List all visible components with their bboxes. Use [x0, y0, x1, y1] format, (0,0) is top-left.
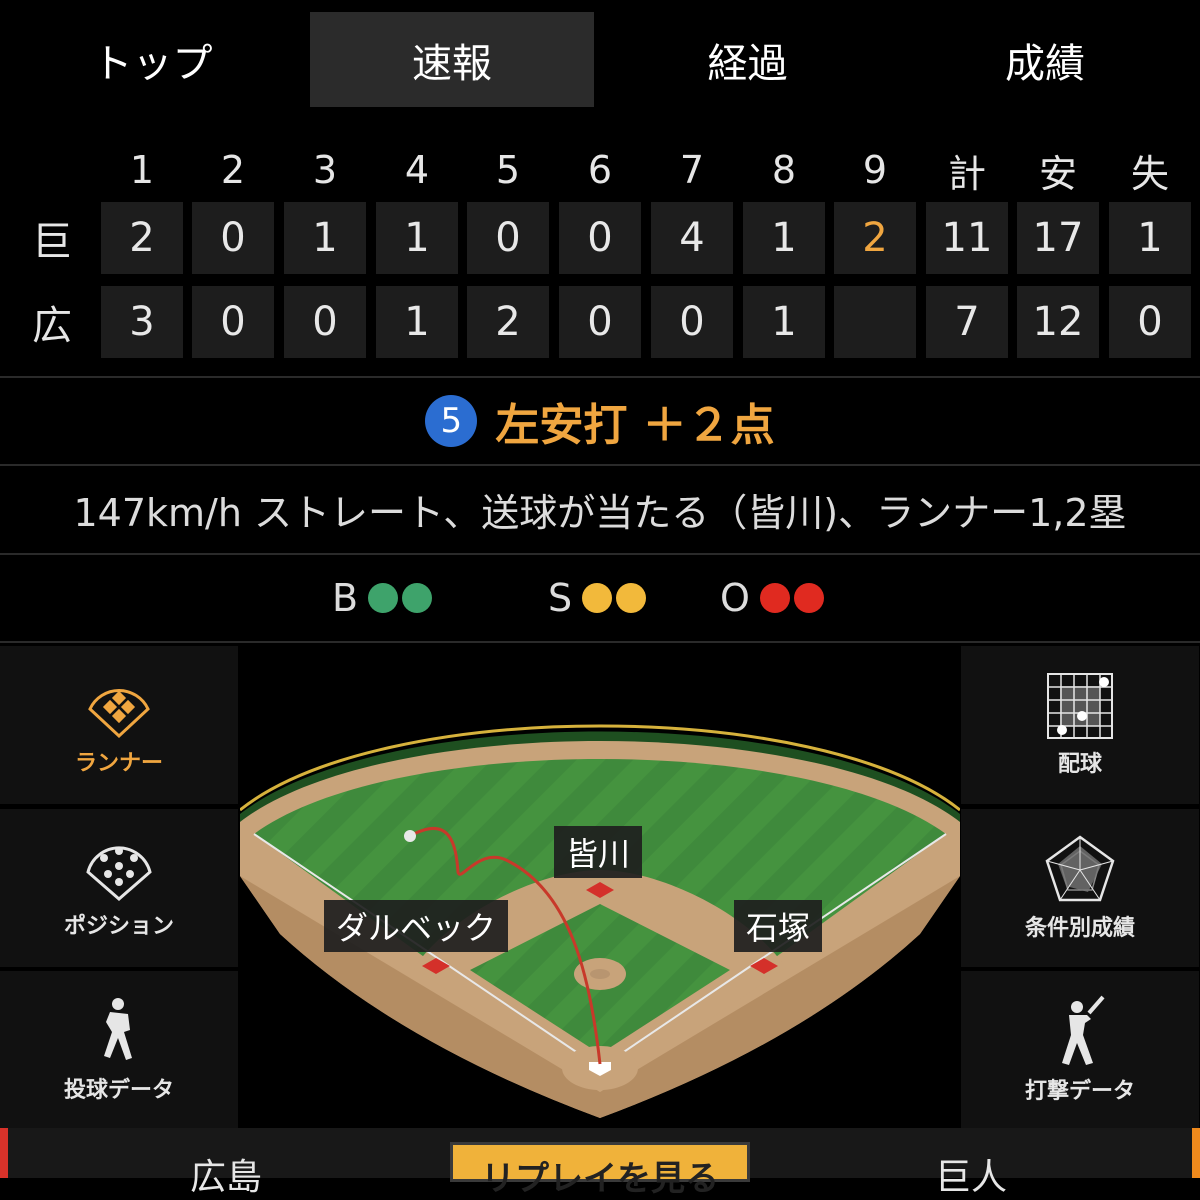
right-team-name[interactable]: 巨人	[935, 1148, 1007, 1200]
runner-diamond-icon	[88, 689, 150, 739]
tab-bar: トップ 速報 経過 成績	[0, 0, 1200, 120]
strike-dot	[616, 583, 647, 613]
scoreboard-header: 1	[129, 148, 155, 192]
menu-batting-label: 打撃データ	[1024, 1079, 1135, 1104]
scoreboard-cell: 2	[834, 202, 916, 274]
player-label-third-base: ダルベック	[324, 900, 509, 952]
divider	[0, 641, 1200, 643]
scoreboard: 1 2 3 4 5 6 7 8 9 計安失巨 2 0 1 1 0 0 4 1 2 11 17 1 広 3 0 0 1 2 0 0 1 7 12 0	[0, 130, 1200, 370]
player-label-first-base: 石塚	[734, 900, 823, 952]
scoreboard-header: 安	[1038, 151, 1077, 196]
baseball-field: 皆川 ダルベック 石塚	[239, 644, 961, 1128]
scoreboard-cell: 0	[651, 286, 733, 358]
scoreboard-cell: 0	[192, 202, 274, 274]
scoreboard-cell: 11	[926, 202, 1008, 274]
scoreboard-cell	[834, 286, 916, 358]
left-team-color	[0, 1128, 8, 1178]
scoreboard-cell: 0	[559, 286, 641, 358]
scoreboard-header: 2	[220, 148, 246, 192]
divider	[0, 553, 1200, 555]
pitch-grid-icon	[1047, 673, 1113, 739]
tab-stats[interactable]: 成績	[895, 12, 1195, 107]
field-diagram	[239, 724, 961, 1118]
menu-situational-label: 条件別成績	[1024, 916, 1135, 941]
scoreboard-cell: 1	[284, 202, 366, 274]
scoreboard-cell: 4	[651, 202, 733, 274]
scoreboard-cell: 1	[376, 202, 458, 274]
menu-runner[interactable]: ランナー	[0, 646, 238, 804]
play-summary: 5 左安打 ＋２点	[0, 378, 1200, 464]
scoreboard-cell: 0	[192, 286, 274, 358]
strikes-label: S	[548, 576, 573, 620]
out-dot	[759, 583, 790, 613]
replay-button[interactable]: リプレイを見る	[450, 1142, 750, 1199]
scoreboard-cell: 17	[1017, 202, 1099, 274]
out-dot	[793, 583, 824, 613]
menu-batting-data[interactable]: 打撃データ	[961, 971, 1199, 1129]
menu-pitch-location[interactable]: 配球	[961, 646, 1199, 804]
scoreboard-cell: 1	[376, 286, 458, 358]
scoreboard-header: 7	[679, 148, 705, 192]
ball-dot	[368, 583, 399, 613]
scoreboard-header: 4	[404, 148, 430, 192]
menu-pitching-label: 投球データ	[63, 1078, 174, 1103]
scoreboard-cell: 2	[101, 202, 183, 274]
menu-pitch-location-label: 配球	[1057, 752, 1102, 777]
play-description: 147km/h ストレート、送球が当たる（皆川)、ランナー1,2塁	[73, 490, 1127, 535]
scoreboard-cell: 0	[559, 202, 641, 274]
position-icon	[86, 846, 152, 901]
tab-live[interactable]: 速報	[310, 12, 594, 107]
menu-position[interactable]: ポジション	[0, 809, 238, 967]
menu-situational-stats[interactable]: 条件別成績	[961, 809, 1199, 967]
pitcher-icon	[104, 998, 132, 1060]
outs-indicator: O	[720, 556, 824, 640]
ball-count: B S O	[0, 556, 1200, 640]
right-team-color	[1192, 1128, 1200, 1178]
radar-icon	[1045, 835, 1115, 902]
scoreboard-cell: 2	[467, 286, 549, 358]
bottom-bar: 広島 リプレイを見る 巨人	[0, 1128, 1200, 1199]
scoreboard-cell: 0	[284, 286, 366, 358]
scoreboard-header: 5	[495, 148, 521, 192]
strike-dot	[582, 583, 613, 613]
scoreboard-team: 巨	[32, 219, 72, 265]
menu-pitching-data[interactable]: 投球データ	[0, 971, 238, 1129]
play-result: 左安打 ＋２点	[495, 400, 775, 451]
scoreboard-header: 3	[312, 148, 338, 192]
scoreboard-cell: 1	[1109, 202, 1191, 274]
scoreboard-header: 9	[862, 148, 888, 192]
scoreboard-header: 計	[947, 151, 986, 196]
tab-progress[interactable]: 経過	[600, 12, 895, 107]
batter-icon	[1062, 995, 1105, 1065]
scoreboard-cell: 12	[1017, 286, 1099, 358]
balls-label: B	[332, 576, 359, 620]
scoreboard-team: 広	[32, 303, 72, 349]
ball-dot	[402, 583, 433, 613]
scoreboard-cell: 0	[467, 202, 549, 274]
scoreboard-cell: 3	[101, 286, 183, 358]
scoreboard-header: 失	[1130, 151, 1169, 196]
tab-top[interactable]: トップ	[0, 12, 305, 107]
scoreboard-header: 8	[771, 148, 797, 192]
scoreboard-cell: 0	[1109, 286, 1191, 358]
player-label-second-base: 皆川	[554, 826, 643, 878]
left-team-name[interactable]: 広島	[190, 1148, 262, 1200]
scoreboard-cell: 1	[743, 202, 825, 274]
menu-position-label: ポジション	[63, 914, 174, 939]
balls-indicator: B	[332, 556, 433, 640]
menu-runner-label: ランナー	[74, 751, 163, 776]
outs-label: O	[720, 576, 750, 620]
scoreboard-header: 6	[587, 148, 613, 192]
batter-number-badge: 5	[425, 395, 478, 447]
scoreboard-cell: 1	[743, 286, 825, 358]
scoreboard-cell: 7	[926, 286, 1008, 358]
strikes-indicator: S	[548, 556, 647, 640]
